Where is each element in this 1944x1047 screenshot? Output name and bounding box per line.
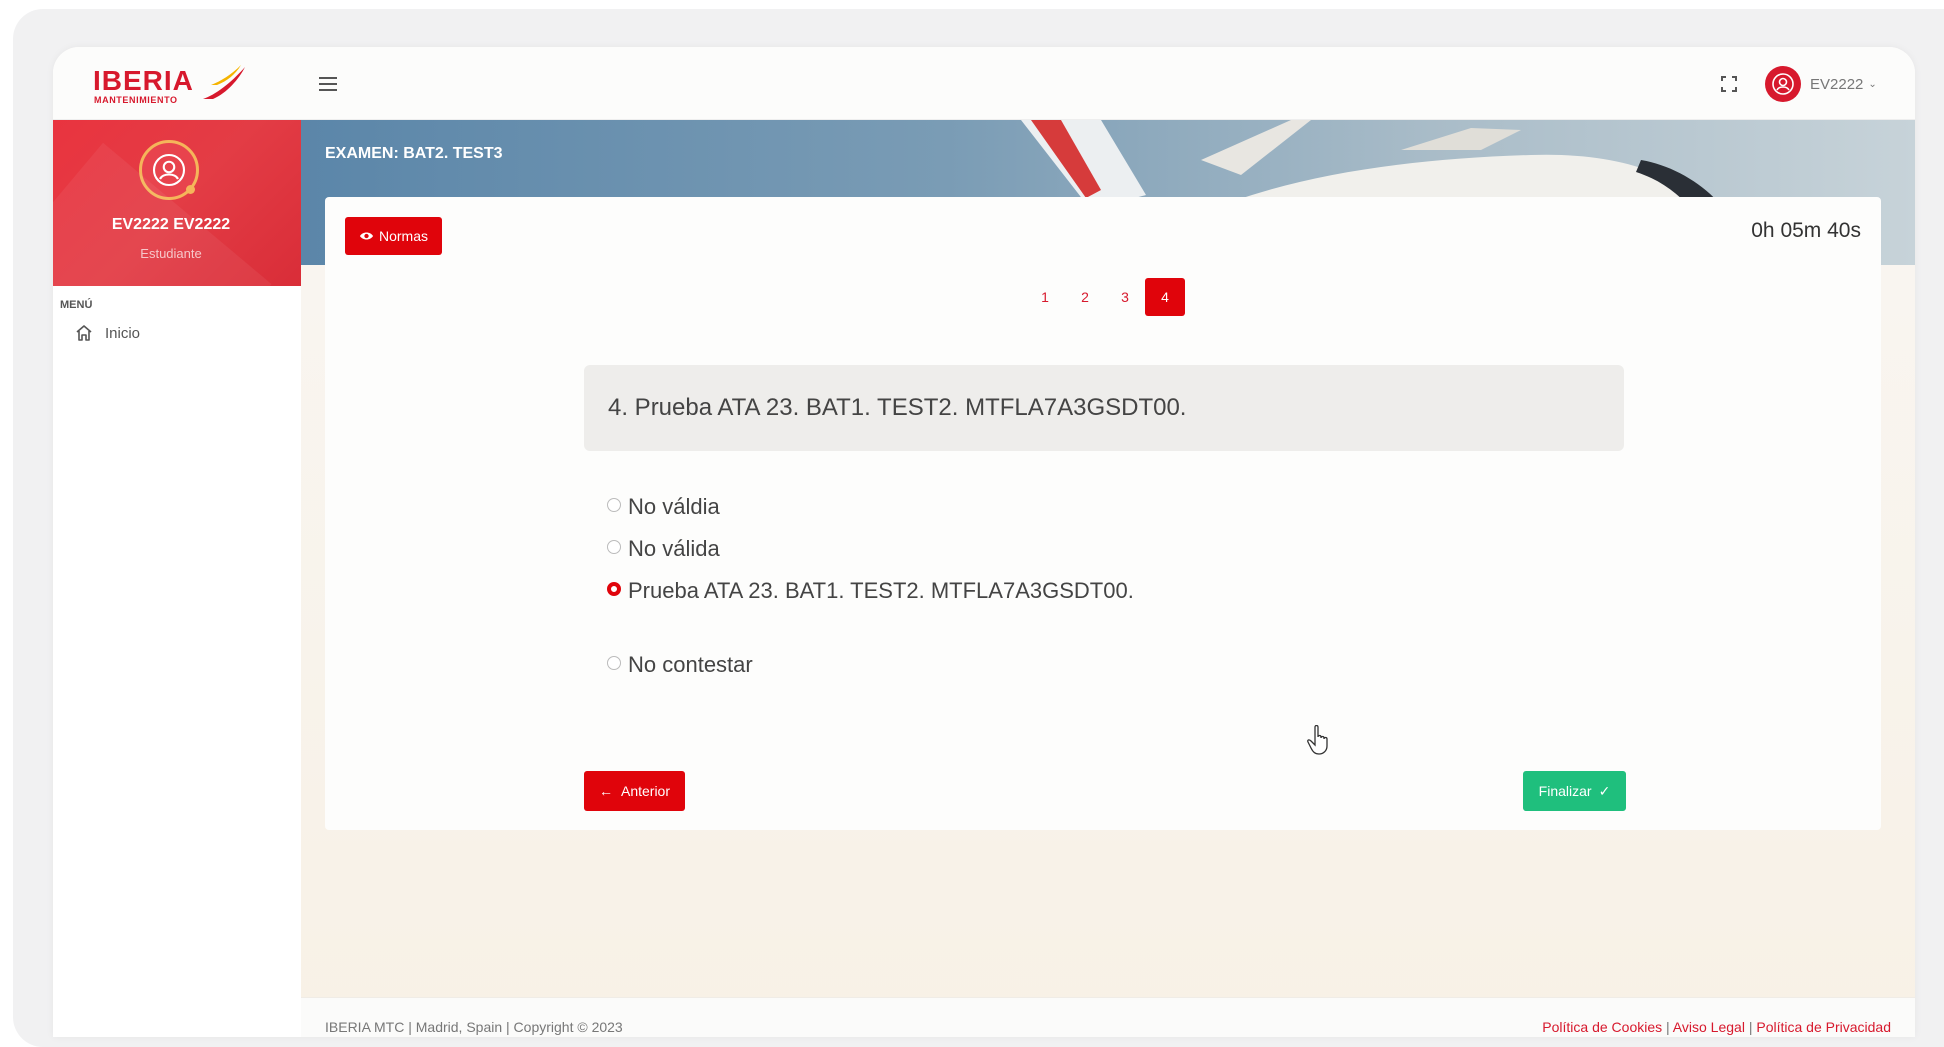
page-button-3[interactable]: 3 [1105, 278, 1145, 316]
rules-button-label: Normas [378, 228, 428, 244]
sidebar-item-inicio[interactable]: Inicio [75, 324, 140, 342]
fullscreen-icon[interactable] [1721, 76, 1737, 92]
app-window: IBERIA MANTENIMIENTO EV2222 ⌄ EV2222 EV2… [53, 47, 1915, 1037]
hand-cursor-icon [1307, 725, 1328, 755]
footer-links: Política de Cookies | Aviso Legal | Polí… [1542, 1019, 1891, 1035]
radio-button[interactable] [607, 656, 621, 670]
answer-option-2[interactable]: No válida [607, 536, 720, 562]
previous-button[interactable]: ← Anterior [584, 771, 685, 811]
profile-name: EV2222 EV2222 [111, 216, 231, 233]
eye-icon [359, 232, 374, 240]
menu-heading: MENÚ [60, 299, 93, 311]
page-button-4[interactable]: 4 [1145, 278, 1185, 316]
answer-option-1[interactable]: No váldia [607, 494, 720, 520]
sidebar-item-label: Inicio [105, 324, 141, 342]
exam-title: EXAMEN: BAT2. TEST3 [325, 145, 503, 162]
main-content: IBERIA EXAMEN: BAT2. TEST3 Normas 0h 05m… [301, 120, 1915, 1037]
sidebar: EV2222 EV2222 Estudiante MENÚ Inicio [53, 120, 301, 1037]
answer-option-3[interactable]: Prueba ATA 23. BAT1. TEST2. MTFLA7A3GSDT… [607, 578, 1134, 604]
user-avatar-icon [1765, 66, 1801, 102]
rules-button[interactable]: Normas [345, 217, 442, 255]
question-text: 4. Prueba ATA 23. BAT1. TEST2. MTFLA7A3G… [584, 365, 1624, 451]
menu-toggle-icon[interactable] [319, 77, 339, 93]
answer-option-label: No válida [628, 536, 720, 561]
top-bar: IBERIA MANTENIMIENTO EV2222 ⌄ [53, 47, 1915, 120]
footer: IBERIA MTC | Madrid, Spain | Copyright ©… [301, 997, 1915, 1037]
exam-card: Normas 0h 05m 40s 1 2 3 4 4. Prueba ATA … [325, 197, 1881, 830]
logo-brand-text: IBERIA [93, 65, 194, 96]
home-icon [76, 325, 92, 341]
status-dot [186, 185, 195, 194]
previous-button-label: Anterior [620, 783, 671, 799]
logo-wing-icon [203, 65, 245, 99]
radio-button[interactable] [607, 540, 621, 554]
footer-copyright: IBERIA MTC | Madrid, Spain | Copyright ©… [325, 1019, 623, 1035]
answer-option-4[interactable]: No contestar [607, 652, 753, 678]
exam-timer: 0h 05m 40s [1751, 219, 1861, 242]
chevron-down-icon: ⌄ [1868, 78, 1877, 90]
user-menu[interactable]: EV2222 ⌄ [1765, 65, 1877, 103]
finish-button-label: Finalizar [1538, 783, 1592, 799]
radio-button[interactable] [607, 498, 621, 512]
footer-separator: | [1748, 1019, 1753, 1035]
privacy-policy-link[interactable]: Política de Privacidad [1756, 1019, 1891, 1035]
page-button-1[interactable]: 1 [1025, 278, 1065, 316]
profile-avatar-icon [139, 140, 199, 200]
logo-subtitle-text: MANTENIMIENTO [94, 95, 178, 105]
arrow-left-icon: ← [598, 783, 613, 799]
answer-option-label: No contestar [628, 652, 753, 677]
page-button-2[interactable]: 2 [1065, 278, 1105, 316]
footer-separator: | [1666, 1019, 1670, 1035]
iberia-logo[interactable]: IBERIA MANTENIMIENTO [93, 65, 253, 105]
profile-card: EV2222 EV2222 Estudiante [53, 120, 301, 286]
answer-option-label: No váldia [628, 494, 720, 519]
legal-notice-link[interactable]: Aviso Legal [1673, 1019, 1745, 1035]
user-name: EV2222 [1810, 75, 1864, 93]
check-icon: ✓ [1598, 782, 1611, 799]
question-pager: 1 2 3 4 [1025, 278, 1185, 316]
radio-button-selected[interactable] [607, 582, 621, 596]
cookies-policy-link[interactable]: Política de Cookies [1542, 1019, 1662, 1035]
profile-role: Estudiante [140, 246, 202, 261]
finish-button[interactable]: Finalizar ✓ [1523, 771, 1626, 811]
answer-option-label: Prueba ATA 23. BAT1. TEST2. MTFLA7A3GSDT… [628, 578, 1134, 603]
